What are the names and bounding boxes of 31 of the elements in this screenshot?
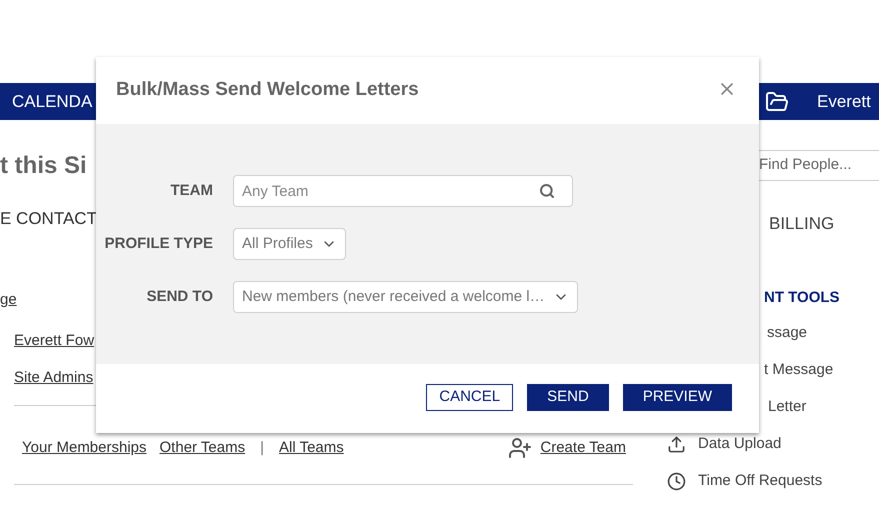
dropdown[interactable]: New members (never received a welcome l… bbox=[233, 281, 578, 313]
folder-icon[interactable] bbox=[765, 90, 789, 114]
user-name[interactable]: Everett bbox=[817, 88, 879, 114]
person-link[interactable]: Site Admins bbox=[14, 366, 94, 389]
dropdown[interactable]: All Profiles bbox=[233, 228, 346, 260]
find-people-field[interactable]: Find People... bbox=[660, 154, 879, 177]
team-link[interactable]: Other Teams bbox=[160, 436, 246, 460]
field-label: PROFILE TYPE bbox=[104, 234, 213, 254]
contact-tab[interactable]: E CONTACT bbox=[0, 206, 97, 232]
dialog-button[interactable]: PREVIEW bbox=[622, 384, 732, 411]
dialog-button[interactable]: CANCEL bbox=[426, 384, 514, 411]
nav-item[interactable]: CALENDA bbox=[0, 88, 92, 114]
dialog-title: Bulk/Mass Send Welcome Letters bbox=[116, 78, 419, 102]
clock-icon bbox=[667, 472, 686, 491]
team-link[interactable]: Your Memberships bbox=[22, 436, 147, 460]
search-field[interactable]: Any Team bbox=[233, 175, 573, 207]
team-link[interactable]: All Teams bbox=[279, 436, 344, 460]
page-heading: t this Si bbox=[0, 151, 88, 181]
field-label: SEND TO bbox=[146, 286, 213, 307]
person-link[interactable]: Everett Fow bbox=[14, 330, 94, 352]
add-user-icon bbox=[508, 436, 532, 460]
upload-icon bbox=[667, 435, 686, 454]
tool-link[interactable]: Data Upload bbox=[698, 433, 782, 456]
field-label: TEAM bbox=[170, 180, 213, 201]
dialog-button[interactable]: SEND bbox=[527, 384, 609, 411]
create-team-link[interactable]: Create Team bbox=[540, 436, 626, 460]
separator: | bbox=[260, 438, 264, 458]
tool-link[interactable]: Time Off Requests bbox=[698, 470, 822, 493]
page-link[interactable]: ge bbox=[0, 288, 17, 311]
section-heading: NT TOOLS bbox=[763, 288, 841, 308]
search-icon bbox=[539, 183, 555, 199]
